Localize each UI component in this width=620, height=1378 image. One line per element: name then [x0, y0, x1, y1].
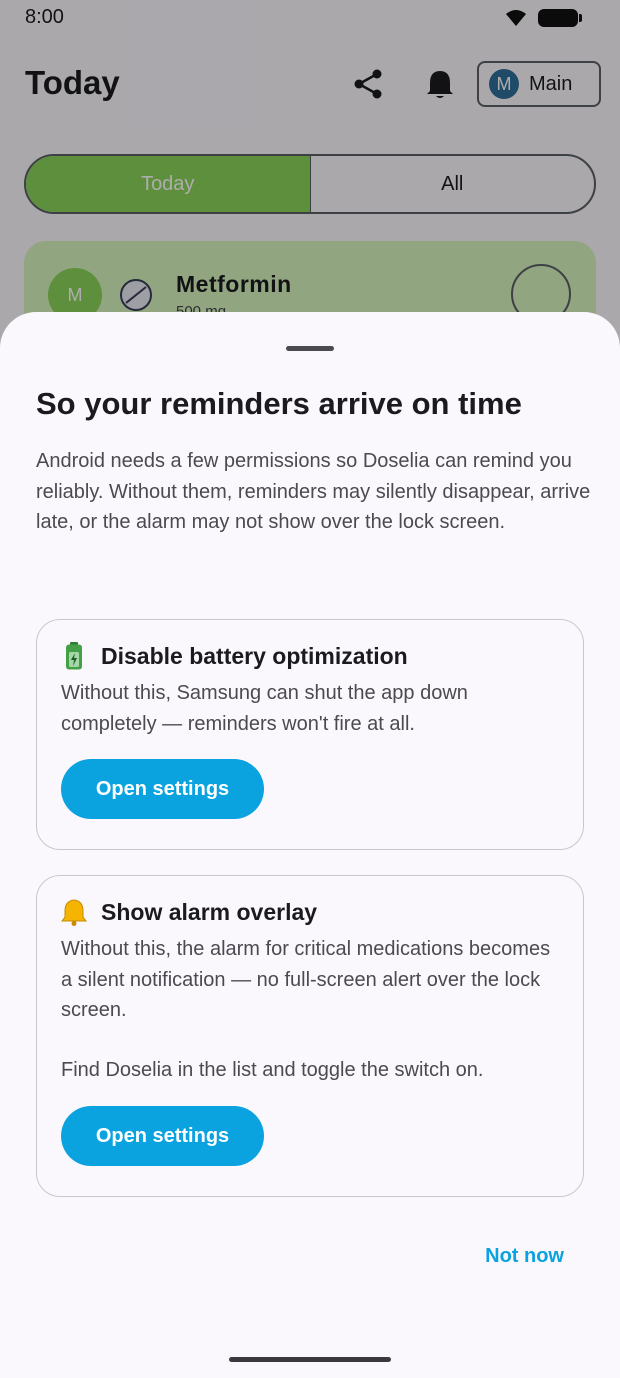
card-header: Show alarm overlay [61, 898, 317, 926]
battery-permission-card: Disable battery optimization Without thi… [36, 619, 584, 850]
card-header: Disable battery optimization [61, 642, 408, 670]
open-battery-settings-button[interactable]: Open settings [61, 759, 264, 819]
battery-icon [61, 642, 87, 670]
card-description: Without this, the alarm for critical med… [61, 938, 551, 1021]
permissions-bottom-sheet: So your reminders arrive on time Android… [0, 312, 620, 1378]
card-description: Without this, Samsung can shut the app d… [61, 682, 468, 735]
alarm-overlay-permission-card: Show alarm overlay Without this, the ala… [36, 875, 584, 1197]
not-now-button[interactable]: Not now [485, 1245, 564, 1268]
card-title: Disable battery optimization [101, 642, 408, 669]
bell-icon [61, 898, 87, 926]
card-title: Show alarm overlay [101, 898, 318, 925]
sheet-intro: Android needs a few permissions so Dosel… [36, 450, 591, 533]
open-overlay-settings-button[interactable]: Open settings [61, 1106, 264, 1166]
gesture-nav-handle[interactable] [229, 1357, 391, 1362]
drag-handle[interactable] [286, 346, 334, 351]
card-hint: Find Doselia in the list and toggle the … [61, 1059, 484, 1081]
sheet-title: So your reminders arrive on time [36, 386, 522, 421]
